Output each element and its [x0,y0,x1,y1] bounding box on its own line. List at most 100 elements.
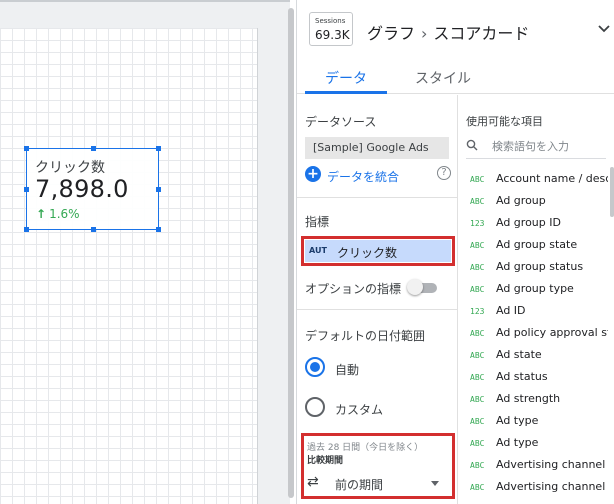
toggle-knob[interactable] [407,279,423,295]
properties-panel: Sessions 69.3K グラフ › スコアカード データ スタイル データソー… [296,0,614,504]
list-item[interactable]: ABC Ad group status [458,257,608,279]
divider [297,309,457,310]
list-item[interactable]: ABC Ad type [458,411,608,433]
report-canvas[interactable]: クリック数 7,898.0 ↑ 1.6% [0,28,258,504]
blend-data-button[interactable]: + データを統合 ? [305,165,451,185]
field-type-badge: 123 [470,219,485,228]
field-type-badge: ABC [470,395,485,404]
field-name: Ad type [496,436,539,449]
field-type-badge: ABC [470,329,485,338]
field-search-input[interactable] [492,137,604,155]
field-name: Ad group type [496,282,574,295]
blend-data-label: データを統合 [327,170,400,184]
chart-type-badge-label: Sessions [315,17,346,25]
field-name: Account name / descr… [496,172,608,185]
tab-data[interactable]: データ [325,68,367,88]
tab-style[interactable]: スタイル [415,68,471,88]
list-item[interactable]: ABC Ad type [458,433,608,455]
scorecard-delta: ↑ 1.6% [36,207,80,221]
default-date-range-label: デフォルトの日付範囲 [305,329,426,343]
field-type-badge: ABC [470,175,485,184]
field-type-badge: ABC [470,439,485,448]
chart-type-badge[interactable]: Sessions 69.3K [309,12,353,46]
available-fields-label: 使用可能な項目 [466,115,543,128]
field-type-badge: ABC [470,263,485,272]
chevron-down-icon[interactable] [597,22,611,36]
field-type-badge: ABC [470,373,485,382]
available-fields-column: 使用可能な項目 ABC Account name / descr… ABC Ad gr… [457,95,614,504]
chart-type-badge-value: 69.3K [315,28,350,42]
list-item[interactable]: ABC Advertising channel s… [458,455,608,477]
field-type-badge: 123 [470,307,485,316]
resize-handle[interactable] [24,146,29,151]
canvas-scrollbar[interactable] [288,8,294,498]
divider [297,197,457,198]
list-item[interactable]: 123 Ad group ID [458,213,608,235]
data-source-chip[interactable]: [Sample] Google Ads [305,137,449,159]
list-item[interactable]: ABC Ad group state [458,235,608,257]
field-list: ABC Account name / descr… ABC Ad group 123 Ad… [458,169,608,499]
scorecard-metric-label: クリック数 [35,160,105,176]
highlight-box-metric [301,236,455,266]
field-type-badge: ABC [470,351,485,360]
panel-title-chart: グラフ [367,24,416,43]
report-canvas-area: クリック数 7,898.0 ↑ 1.6% [0,0,290,504]
chevron-right-icon: › [421,24,428,43]
panel-header: Sessions 69.3K グラフ › スコアカード [297,0,614,60]
resize-handle[interactable] [24,187,29,192]
scorecard-metric-value: 7,898.0 [35,175,129,203]
field-name: Ad type [496,414,539,427]
field-type-badge: ABC [470,241,485,250]
field-name: Ad ID [496,304,526,317]
field-name: Ad state [496,348,542,361]
list-item[interactable]: ABC Advertising channel ty… [458,477,608,499]
data-source-label: データソース [305,115,377,129]
search-icon [466,139,478,151]
data-settings-column: データソース [Sample] Google Ads + データを統合 ? 指標… [297,95,457,504]
resize-handle[interactable] [91,146,96,151]
radio-custom[interactable] [305,397,325,417]
field-name: Advertising channel ty… [496,480,608,493]
list-item[interactable]: ABC Ad group [458,191,608,213]
resize-handle[interactable] [156,187,161,192]
field-type-badge: ABC [470,461,485,470]
field-name: Ad status [496,370,548,383]
optional-metric-label: オプションの指標 [305,282,402,296]
list-item[interactable]: ABC Ad policy approval sta… [458,323,608,345]
list-item[interactable]: ABC Ad strength [458,389,608,411]
arrow-up-icon: ↑ [36,207,47,221]
field-type-badge: ABC [470,483,485,492]
resize-handle[interactable] [91,227,96,232]
radio-auto-label: 自動 [335,363,360,377]
highlight-box-comparison [301,433,455,499]
list-item[interactable]: ABC Ad group type [458,279,608,301]
field-name: Ad strength [496,392,561,405]
field-type-badge: ABC [470,417,485,426]
list-item[interactable]: ABC Ad status [458,367,608,389]
field-search [466,135,606,159]
field-type-badge: ABC [470,197,485,206]
resize-handle[interactable] [24,227,29,232]
field-name: Ad policy approval sta… [496,326,608,339]
field-list-scrollbar[interactable] [610,167,614,217]
field-name: Ad group state [496,238,578,251]
field-name: Advertising channel s… [496,458,608,471]
list-item[interactable]: ABC Account name / descr… [458,169,608,191]
scorecard-delta-value: 1.6% [49,207,80,221]
list-item[interactable]: ABC Ad state [458,345,608,367]
plus-icon: + [305,166,321,182]
resize-handle[interactable] [156,227,161,232]
list-item[interactable]: 123 Ad ID [458,301,608,323]
help-icon[interactable]: ? [437,166,451,180]
metric-label: 指標 [305,215,330,229]
radio-custom-label: カスタム [335,403,384,417]
radio-auto[interactable] [305,357,325,377]
scorecard-chart[interactable]: クリック数 7,898.0 ↑ 1.6% [24,146,161,232]
field-name: Ad group [496,194,546,207]
field-name: Ad group ID [496,216,561,229]
panel-title: グラフ › スコアカード [367,20,529,44]
panel-tabs: データ スタイル [297,60,614,94]
panel-title-type: スコアカード [433,24,530,43]
resize-handle[interactable] [156,146,161,151]
active-tab-indicator [305,91,387,94]
